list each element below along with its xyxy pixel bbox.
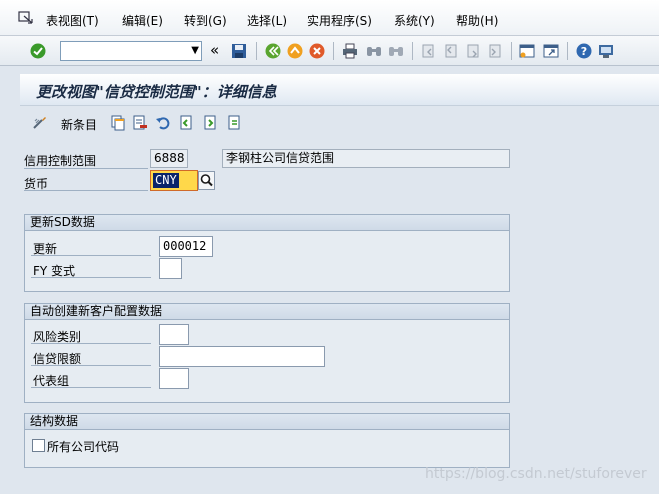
menu-bar: 表视图(T) 编辑(E) 转到(G) 选择(L) 实用程序(S) 系统(Y) 帮… bbox=[0, 0, 659, 36]
group-title-auto-create: 自动创建新客户配置数据 bbox=[25, 304, 509, 320]
find-icon[interactable] bbox=[366, 43, 382, 59]
expand-icon[interactable]: « bbox=[210, 42, 219, 58]
currency-search-help[interactable] bbox=[198, 171, 215, 190]
screen-title-bar: 更改视图"信贷控制范围"：详细信息 bbox=[20, 74, 659, 106]
new-session-icon[interactable] bbox=[519, 43, 535, 59]
undo-change-icon[interactable] bbox=[155, 115, 171, 131]
enter-check-icon[interactable] bbox=[30, 43, 46, 59]
find-next-icon[interactable] bbox=[388, 43, 404, 59]
next-page-icon[interactable] bbox=[465, 43, 481, 59]
risk-category-input[interactable] bbox=[159, 324, 189, 345]
menu-utilities[interactable]: 实用程序(S) bbox=[307, 12, 372, 29]
system-menu-icon[interactable] bbox=[18, 11, 34, 25]
print-icon[interactable] bbox=[342, 43, 358, 59]
dropdown-arrow-icon[interactable]: ▼ bbox=[191, 42, 199, 60]
exit-icon[interactable] bbox=[287, 43, 303, 59]
credit-control-area-label: 信用控制范围 bbox=[24, 154, 97, 168]
layout-menu-icon[interactable] bbox=[598, 43, 614, 59]
other-entry-icon[interactable] bbox=[226, 115, 242, 131]
command-field[interactable]: ▼ bbox=[60, 41, 202, 61]
update-input[interactable]: 000012 bbox=[159, 236, 213, 257]
menu-selection[interactable]: 选择(L) bbox=[247, 12, 287, 29]
delete-icon[interactable] bbox=[132, 115, 148, 131]
svg-text:?: ? bbox=[581, 45, 587, 58]
display-change-icon[interactable] bbox=[32, 115, 48, 131]
menu-goto[interactable]: 转到(G) bbox=[184, 12, 227, 29]
all-company-codes-checkbox[interactable] bbox=[32, 439, 45, 452]
previous-entry-icon[interactable] bbox=[178, 115, 194, 131]
cancel-icon[interactable] bbox=[309, 43, 325, 59]
group-title-update-sd: 更新SD数据 bbox=[25, 215, 509, 231]
page-title: 更改视图"信贷控制范围"：详细信息 bbox=[36, 83, 277, 101]
all-company-codes-label: 所有公司代码 bbox=[47, 440, 120, 454]
shortcut-icon[interactable] bbox=[543, 43, 559, 59]
search-icon bbox=[200, 174, 213, 187]
first-page-icon[interactable] bbox=[420, 43, 436, 59]
menu-edit[interactable]: 编辑(E) bbox=[122, 12, 163, 29]
application-toolbar: 新条目 bbox=[20, 108, 659, 138]
group-update-sd-data: 更新SD数据 bbox=[24, 214, 510, 292]
menu-table-view[interactable]: 表视图(T) bbox=[46, 12, 99, 29]
currency-value: CNY bbox=[153, 173, 179, 188]
new-entries-button[interactable]: 新条目 bbox=[61, 116, 97, 133]
next-entry-icon[interactable] bbox=[202, 115, 218, 131]
save-icon[interactable] bbox=[231, 43, 247, 59]
menu-help[interactable]: 帮助(H) bbox=[456, 12, 498, 29]
credit-control-area-value: 6888 bbox=[150, 149, 188, 168]
watermark-text: https://blog.csdn.net/stuforever bbox=[425, 466, 647, 482]
last-page-icon[interactable] bbox=[487, 43, 503, 59]
credit-limit-input[interactable] bbox=[159, 346, 325, 367]
copy-as-icon[interactable] bbox=[110, 115, 126, 131]
menu-system[interactable]: 系统(Y) bbox=[394, 12, 435, 29]
rep-group-input[interactable] bbox=[159, 368, 189, 389]
previous-page-icon[interactable] bbox=[443, 43, 459, 59]
help-icon[interactable]: ? bbox=[576, 43, 592, 59]
credit-control-area-description: 李钢柱公司信贷范围 bbox=[222, 149, 510, 168]
system-toolbar: ▼ « ? bbox=[0, 36, 659, 66]
fy-variant-input[interactable] bbox=[159, 258, 182, 279]
group-title-structure: 结构数据 bbox=[25, 414, 509, 430]
back-icon[interactable] bbox=[265, 43, 281, 59]
